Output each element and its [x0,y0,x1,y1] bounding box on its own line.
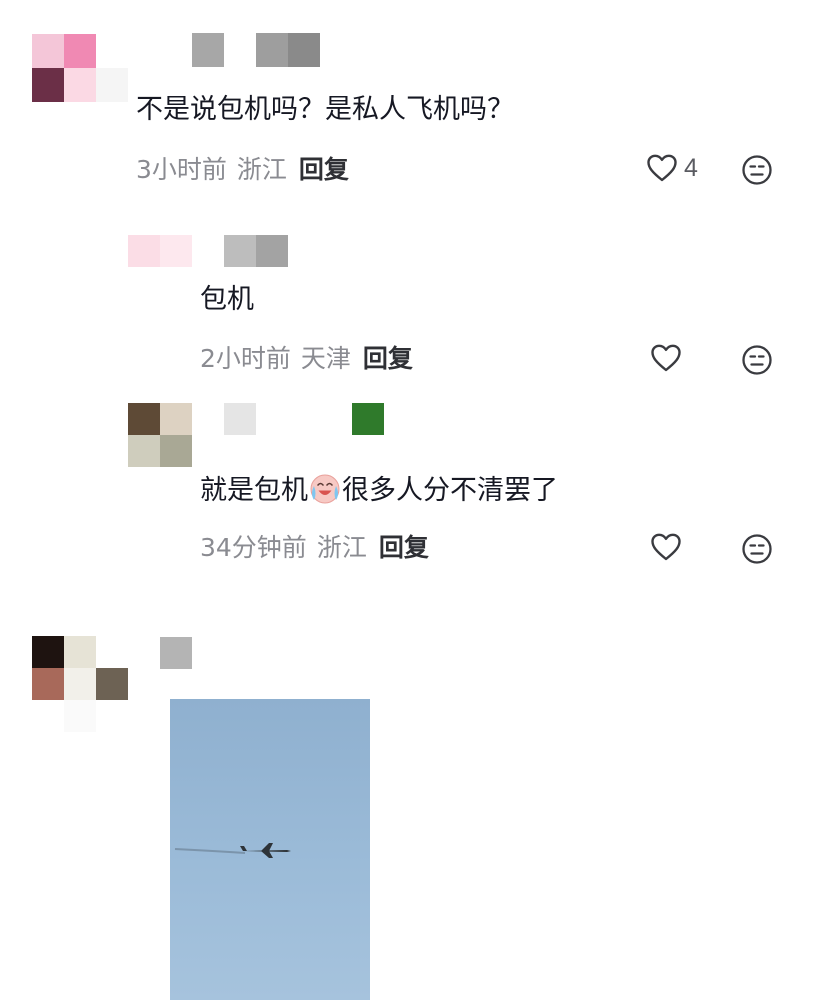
reply-button[interactable]: 回复 [363,344,413,373]
comment-meta: 34分钟前 浙江 回复 [200,532,429,564]
avatar[interactable] [32,636,128,732]
like-count: 4 [684,153,698,182]
username-masked[interactable] [224,235,288,267]
like-button[interactable] [650,532,682,562]
avatar[interactable] [32,34,128,102]
location: 天津 [300,344,351,373]
username-masked[interactable] [160,637,192,669]
timestamp: 3小时前 [136,155,227,184]
location: 浙江 [236,155,287,184]
dislike-button[interactable] [741,533,773,569]
airplane-icon [174,843,291,858]
like-button[interactable]: 4 [646,153,698,183]
comment-text: 不是说包机吗？是私人飞机吗？ [136,94,514,125]
meh-face-icon [742,345,772,375]
location: 浙江 [316,533,367,562]
meh-face-icon [742,155,772,185]
timestamp: 2小时前 [200,344,291,373]
heart-outline-icon [651,533,681,561]
sky-airplane-photo[interactable] [170,699,370,1000]
heart-outline-icon [651,344,681,372]
dislike-button[interactable] [741,154,773,190]
comment-text-start: 就是包机 [200,475,308,506]
username-masked[interactable] [192,33,320,67]
comment-meta: 3小时前 浙江 回复 [136,154,349,186]
like-button[interactable] [650,343,682,373]
heart-outline-icon [647,154,677,182]
comment-text: 包机 [200,284,254,315]
dislike-button[interactable] [741,344,773,380]
username-masked[interactable] [224,403,384,435]
reply-button[interactable]: 回复 [379,533,429,562]
comment-text-end: 很多人分不清罢了 [342,475,558,506]
avatar[interactable] [128,403,192,467]
crying-laughing-emoji [310,474,340,504]
avatar[interactable] [128,235,192,267]
comment-text: 就是包机 很多人分不清罢了 [200,471,558,509]
meh-face-icon [742,534,772,564]
comment-meta: 2小时前 天津 回复 [200,343,413,375]
reply-button[interactable]: 回复 [299,155,349,184]
timestamp: 34分钟前 [200,533,307,562]
